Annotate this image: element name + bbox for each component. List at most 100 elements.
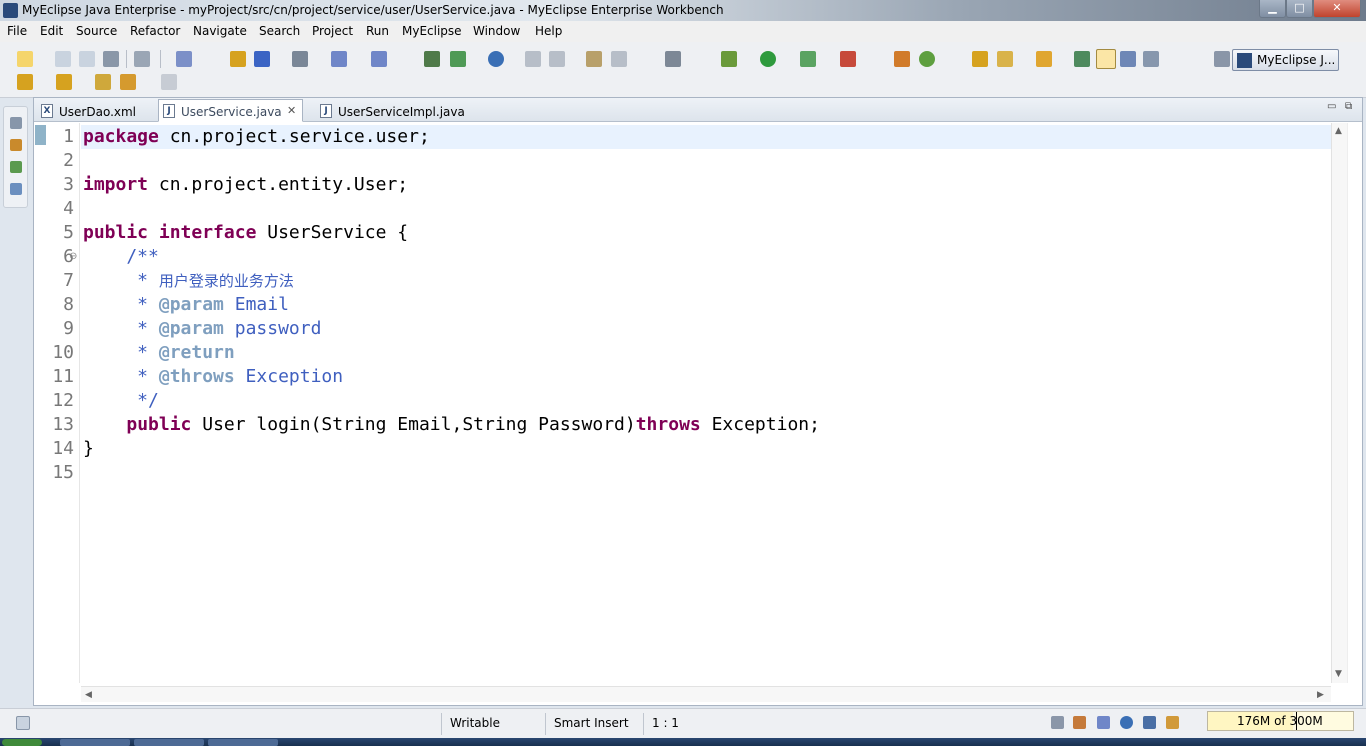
wizard-icon[interactable] xyxy=(997,51,1013,67)
maximize-editor-icon[interactable]: ⧉ xyxy=(1345,101,1352,112)
menu-edit[interactable]: Edit xyxy=(40,24,63,38)
refresh-icon[interactable] xyxy=(611,51,627,67)
overview-ruler xyxy=(1347,123,1361,683)
java-file-icon: J xyxy=(163,104,175,118)
globe-icon[interactable] xyxy=(488,51,504,67)
menu-help[interactable]: Help xyxy=(535,24,562,38)
previous-annotation-icon[interactable] xyxy=(56,74,72,90)
refresh-server-icon[interactable] xyxy=(919,51,935,67)
forward-disabled-icon[interactable] xyxy=(549,51,565,67)
next-annotation-icon[interactable] xyxy=(17,74,33,90)
line-number: 10 xyxy=(52,342,74,363)
menu-file[interactable]: File xyxy=(7,24,27,38)
print-icon[interactable] xyxy=(103,51,119,67)
last-edit-icon[interactable] xyxy=(95,74,111,90)
code-editor[interactable]: package cn.project.service.user; import … xyxy=(81,123,1331,683)
binary-icon[interactable] xyxy=(134,51,150,67)
new-icon[interactable] xyxy=(17,51,33,67)
package-explorer-view-icon[interactable] xyxy=(10,139,22,151)
run-config-icon[interactable] xyxy=(450,51,466,67)
save-icon[interactable] xyxy=(55,51,71,67)
tab-userservice-java[interactable]: J UserService.java ✕ xyxy=(158,99,303,122)
myeclipse-perspective-icon xyxy=(1237,53,1252,68)
outline-view-icon[interactable] xyxy=(10,183,22,195)
line-number: 5 xyxy=(63,222,74,243)
open-folder-icon[interactable] xyxy=(972,51,988,67)
maximize-button[interactable]: □ xyxy=(1286,0,1313,18)
pin-icon[interactable] xyxy=(1074,51,1090,67)
package-explorer-icon[interactable] xyxy=(586,51,602,67)
javadoc-line: * @param Email xyxy=(83,293,289,317)
menu-project[interactable]: Project xyxy=(312,24,353,38)
code-text: cn.project.service.user; xyxy=(158,126,430,147)
back-icon[interactable] xyxy=(120,74,136,90)
code-text: cn.project.entity.User; xyxy=(148,174,409,195)
heap-status[interactable]: 176M of 300M xyxy=(1207,711,1354,731)
web-project-icon[interactable] xyxy=(331,51,347,67)
console-icon[interactable] xyxy=(1143,716,1156,729)
taskbar-button[interactable] xyxy=(208,739,278,746)
show-whitespace-icon[interactable] xyxy=(1143,51,1159,67)
restore-view-icon[interactable] xyxy=(10,117,22,129)
line-number: 4 xyxy=(63,198,74,219)
back-disabled-icon[interactable] xyxy=(525,51,541,67)
menu-refactor[interactable]: Refactor xyxy=(130,24,180,38)
search-icon[interactable] xyxy=(371,51,387,67)
javadoc-param: Exception xyxy=(234,366,344,387)
taskbar-button[interactable] xyxy=(134,739,204,746)
horizontal-scrollbar[interactable]: ◀ ▶ xyxy=(81,686,1331,702)
menu-myeclipse[interactable]: MyEclipse xyxy=(402,24,462,38)
camera-icon[interactable] xyxy=(665,51,681,67)
minimize-button[interactable]: ▁ xyxy=(1259,0,1286,18)
scroll-up-icon[interactable]: ▲ xyxy=(1335,126,1342,136)
open-perspective-icon[interactable] xyxy=(1214,51,1230,67)
myeclipse-perspective-button[interactable]: MyEclipse J... xyxy=(1232,49,1339,71)
server-icon[interactable] xyxy=(292,51,308,67)
deploy-icon[interactable] xyxy=(254,51,270,67)
restore-icon[interactable] xyxy=(1051,716,1064,729)
tab-userdao-xml[interactable]: X UserDao.xml xyxy=(36,99,156,122)
run-tests-icon[interactable] xyxy=(800,51,816,67)
highlight-icon[interactable] xyxy=(1096,49,1116,69)
vertical-scrollbar[interactable]: ▲ ▼ xyxy=(1331,123,1347,683)
toolbar-separator xyxy=(126,50,127,68)
web-browser-icon[interactable] xyxy=(1120,716,1133,729)
new-class-icon[interactable] xyxy=(176,51,192,67)
forward-icon[interactable] xyxy=(161,74,177,90)
servers-icon[interactable] xyxy=(1166,716,1179,729)
debug-icon[interactable] xyxy=(721,51,737,67)
open-type-icon[interactable] xyxy=(1036,51,1052,67)
menu-window[interactable]: Window xyxy=(473,24,520,38)
windows-taskbar xyxy=(0,738,1366,746)
fold-collapse-icon[interactable]: ⊖ xyxy=(69,251,77,262)
tab-userserviceimpl-java[interactable]: J UserServiceImpl.java xyxy=(315,99,485,122)
problems-icon[interactable] xyxy=(1097,716,1110,729)
scroll-left-icon[interactable]: ◀ xyxy=(85,690,92,700)
taskbar-button[interactable] xyxy=(60,739,130,746)
fast-view-icon[interactable] xyxy=(16,716,30,730)
menu-search[interactable]: Search xyxy=(259,24,300,38)
javadoc-line: * @return xyxy=(83,341,235,365)
hierarchy-icon[interactable] xyxy=(424,51,440,67)
menu-run[interactable]: Run xyxy=(366,24,389,38)
perspective-label: MyEclipse J... xyxy=(1257,53,1336,67)
start-button[interactable] xyxy=(2,739,42,746)
minimize-editor-icon[interactable]: ▭ xyxy=(1327,101,1336,112)
save-all-icon[interactable] xyxy=(79,51,95,67)
scroll-down-icon[interactable]: ▼ xyxy=(1335,669,1342,679)
scroll-right-icon[interactable]: ▶ xyxy=(1317,690,1324,700)
javadoc-star: * xyxy=(83,366,159,387)
menu-navigate[interactable]: Navigate xyxy=(193,24,247,38)
line-number: 12 xyxy=(52,390,74,411)
menu-source[interactable]: Source xyxy=(76,24,117,38)
keyword: interface xyxy=(158,222,257,243)
stop-icon[interactable] xyxy=(840,51,856,67)
close-button[interactable]: ✕ xyxy=(1313,0,1361,18)
new-server-icon[interactable] xyxy=(894,51,910,67)
block-selection-icon[interactable] xyxy=(1120,51,1136,67)
run-icon[interactable] xyxy=(760,51,776,67)
package-icon[interactable] xyxy=(230,51,246,67)
tasks-icon[interactable] xyxy=(1073,716,1086,729)
close-tab-icon[interactable]: ✕ xyxy=(287,104,296,117)
hierarchy-view-icon[interactable] xyxy=(10,161,22,173)
